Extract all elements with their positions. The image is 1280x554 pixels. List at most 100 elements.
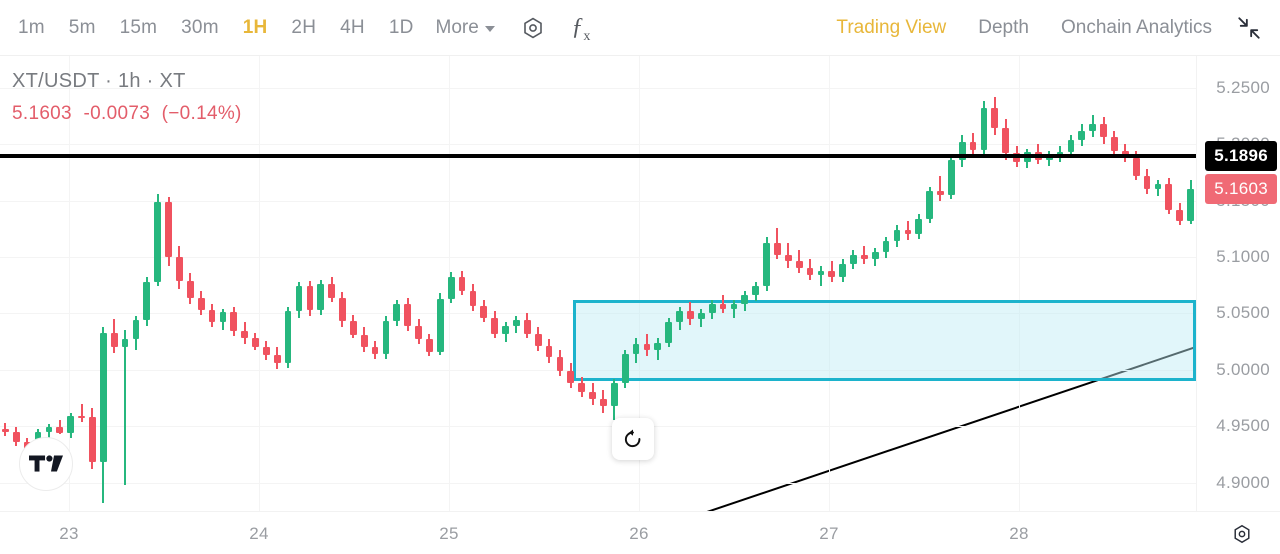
timeframe-5m[interactable]: 5m bbox=[57, 11, 108, 45]
time-axis[interactable]: 23 24 25 26 27 28 bbox=[0, 511, 1280, 554]
candle-body bbox=[1002, 128, 1010, 154]
candle-body bbox=[708, 304, 716, 314]
candlestick bbox=[730, 56, 738, 511]
timeframe-15m[interactable]: 15m bbox=[108, 11, 170, 45]
price-axis-tick: 5.0000 bbox=[1216, 359, 1270, 379]
timeframe-1h[interactable]: 1H bbox=[231, 11, 280, 45]
candle-body bbox=[502, 325, 509, 334]
timeframe-1d[interactable]: 1D bbox=[377, 11, 426, 45]
replay-reset-button[interactable] bbox=[612, 418, 654, 460]
candle-body bbox=[2, 428, 9, 432]
candlestick bbox=[208, 56, 216, 511]
price-axis-tick: 4.9500 bbox=[1216, 416, 1270, 436]
tradingview-logo[interactable] bbox=[19, 437, 73, 491]
candlestick bbox=[12, 56, 20, 511]
candlestick bbox=[795, 56, 803, 511]
candlestick bbox=[339, 56, 346, 511]
candle-body bbox=[513, 320, 520, 326]
chart-toolbar: 1m 5m 15m 30m 1H 2H 4H 1D More ƒx Trading View D… bbox=[0, 0, 1280, 56]
timeframe-1m[interactable]: 1m bbox=[6, 11, 57, 45]
candlestick bbox=[306, 56, 314, 511]
candlestick bbox=[197, 56, 205, 511]
candlestick bbox=[1024, 56, 1031, 511]
horizontal-price-line[interactable] bbox=[0, 153, 1196, 158]
candlestick bbox=[839, 56, 846, 511]
candlestick bbox=[969, 56, 977, 511]
candle-body bbox=[56, 427, 64, 434]
timeframe-30m[interactable]: 30m bbox=[169, 11, 231, 45]
candlestick bbox=[741, 56, 749, 511]
candle-body bbox=[600, 399, 607, 406]
candlestick bbox=[567, 56, 575, 511]
candle-body bbox=[937, 191, 944, 195]
candle-body bbox=[643, 343, 651, 350]
candlestick bbox=[1121, 56, 1129, 511]
candle-body bbox=[165, 201, 172, 257]
candlestick bbox=[589, 56, 596, 511]
candlestick bbox=[774, 56, 781, 511]
candle-body bbox=[665, 322, 673, 343]
timeframe-group: 1m 5m 15m 30m 1H 2H 4H 1D bbox=[0, 11, 426, 45]
candle-body bbox=[556, 357, 564, 371]
time-axis-tick: 25 bbox=[439, 524, 459, 543]
candlestick bbox=[1132, 56, 1140, 511]
candlestick bbox=[708, 56, 716, 511]
candle-body bbox=[469, 290, 477, 306]
candlestick bbox=[937, 56, 944, 511]
candlestick bbox=[1100, 56, 1107, 511]
candlestick-plot[interactable] bbox=[0, 56, 1196, 511]
chart-settings-button[interactable] bbox=[513, 8, 553, 48]
time-axis-tick: 27 bbox=[819, 524, 839, 543]
candle-body bbox=[621, 354, 629, 384]
candlestick bbox=[284, 56, 292, 511]
last-price-tag[interactable]: 5.1603 bbox=[1205, 173, 1277, 204]
tradingview-logo-icon bbox=[29, 455, 63, 472]
indicators-button[interactable]: ƒx bbox=[561, 8, 601, 48]
collapse-panel-button[interactable] bbox=[1232, 11, 1266, 45]
tab-onchain-analytics[interactable]: Onchain Analytics bbox=[1045, 11, 1228, 45]
candle-body bbox=[67, 416, 75, 434]
candle-body bbox=[861, 254, 868, 260]
candlestick bbox=[676, 56, 683, 511]
candlestick bbox=[154, 56, 162, 511]
candlestick bbox=[132, 56, 140, 511]
candle-body bbox=[1132, 157, 1140, 176]
more-timeframes-button[interactable]: More bbox=[426, 11, 505, 45]
candlestick bbox=[665, 56, 673, 511]
candle-body bbox=[252, 338, 259, 348]
candle-body bbox=[339, 297, 346, 322]
trading-chart-screen: 1m 5m 15m 30m 1H 2H 4H 1D More ƒx Trading View D… bbox=[0, 0, 1280, 554]
candle-body bbox=[969, 141, 977, 150]
candlestick bbox=[241, 56, 248, 511]
candle-body bbox=[176, 256, 183, 281]
candlestick bbox=[806, 56, 814, 511]
candle-body bbox=[730, 304, 738, 309]
candlestick bbox=[828, 56, 836, 511]
candle-body bbox=[1089, 123, 1097, 131]
candlestick bbox=[458, 56, 466, 511]
price-line-tag[interactable]: 5.1896 bbox=[1205, 140, 1277, 171]
candle-body bbox=[219, 312, 227, 323]
candlestick bbox=[404, 56, 412, 511]
tab-depth[interactable]: Depth bbox=[962, 11, 1045, 45]
candle-body bbox=[263, 347, 270, 356]
candle-body bbox=[360, 334, 368, 348]
timeframe-2h[interactable]: 2H bbox=[279, 11, 328, 45]
candlestick bbox=[99, 56, 107, 511]
candlestick bbox=[317, 56, 325, 511]
tab-trading-view[interactable]: Trading View bbox=[820, 11, 962, 45]
candlestick bbox=[947, 56, 955, 511]
candle-body bbox=[371, 347, 379, 355]
time-axis-tick: 23 bbox=[59, 524, 79, 543]
axis-settings-button[interactable] bbox=[1230, 522, 1254, 546]
candlestick bbox=[67, 56, 75, 511]
fx-subscript: x bbox=[583, 28, 591, 44]
candlestick bbox=[763, 56, 770, 511]
candlestick bbox=[121, 56, 129, 511]
candle-body bbox=[839, 263, 846, 278]
timeframe-4h[interactable]: 4H bbox=[328, 11, 377, 45]
candle-body bbox=[426, 339, 433, 352]
candle-body bbox=[523, 320, 531, 334]
price-axis[interactable]: 5.25005.20005.15005.10005.05005.00004.95… bbox=[1196, 56, 1280, 511]
candle-body bbox=[480, 305, 488, 318]
